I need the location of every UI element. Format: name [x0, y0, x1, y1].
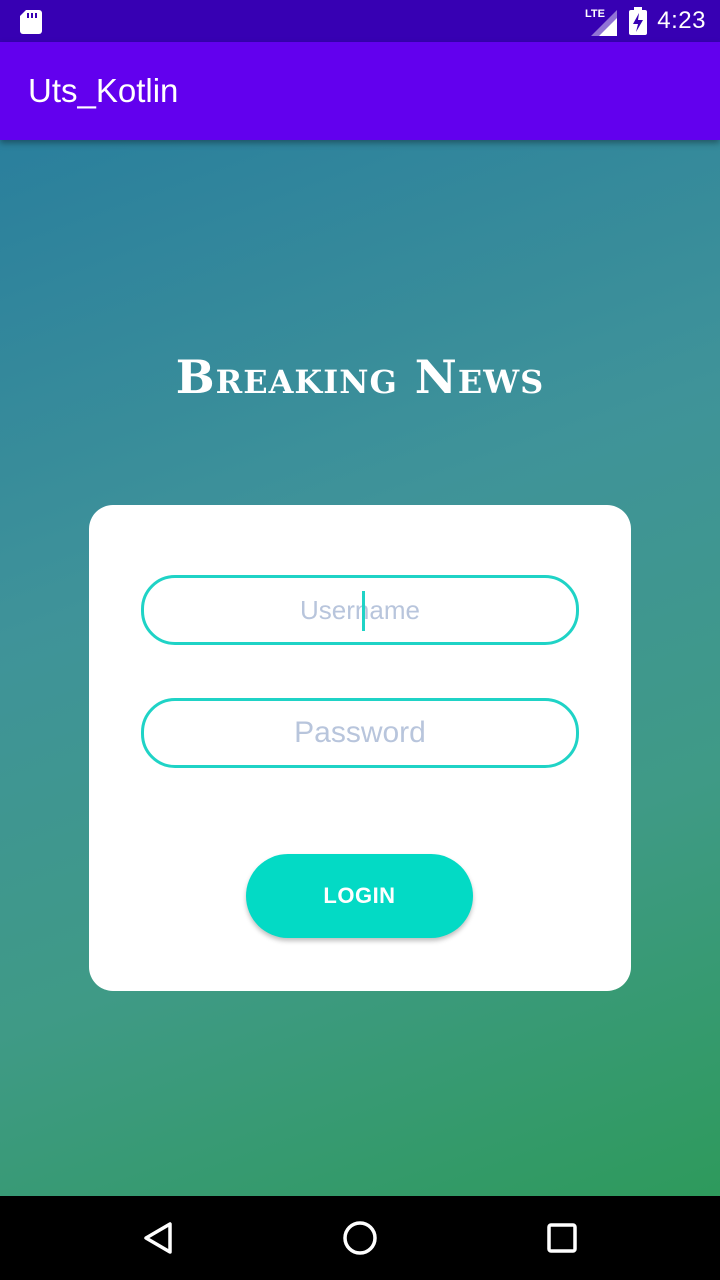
login-button[interactable]: LOGIN [246, 854, 473, 938]
brand-title: Breaking News [175, 350, 545, 404]
status-icons: LTE 4:23 [585, 0, 706, 42]
status-bar: LTE 4:23 [0, 0, 720, 42]
password-field[interactable]: Password [141, 698, 579, 768]
back-icon [144, 1222, 172, 1254]
app-title: Uts_Kotlin [28, 72, 179, 109]
home-icon [343, 1221, 377, 1255]
sd-card-icon [20, 10, 42, 34]
navigation-bar [0, 1196, 720, 1280]
username-field[interactable]: Username [141, 575, 579, 645]
text-cursor [362, 590, 366, 631]
screen: LTE 4:23 Uts_Kotlin Breaking News Userna… [0, 0, 720, 1280]
login-button-label: LOGIN [323, 883, 396, 908]
recents-button[interactable] [538, 1214, 586, 1262]
battery-charging-icon [629, 7, 648, 35]
home-button[interactable] [336, 1214, 384, 1262]
username-placeholder: Username [300, 590, 420, 631]
signal-icon: LTE [585, 8, 618, 36]
app-bar: Uts_Kotlin [0, 42, 720, 140]
recents-icon [547, 1223, 577, 1253]
network-type-label: LTE [585, 8, 605, 20]
login-card: Username Password LOGIN [89, 505, 631, 991]
main-content: Breaking News Username Password LOGIN [0, 140, 720, 1196]
password-placeholder: Password [294, 716, 426, 749]
status-time: 4:23 [657, 7, 706, 34]
back-button[interactable] [134, 1214, 182, 1262]
